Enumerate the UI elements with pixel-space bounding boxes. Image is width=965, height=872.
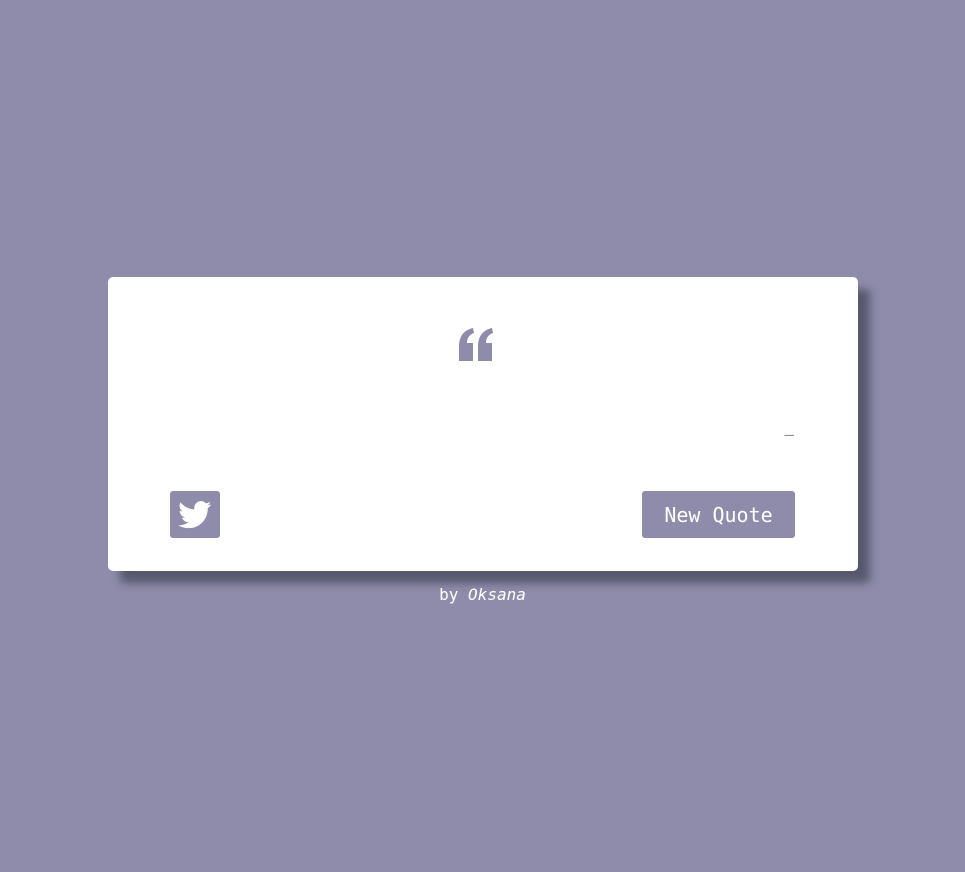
quote-box: – New Quote — [108, 277, 858, 571]
new-quote-button[interactable]: New Quote — [642, 491, 795, 538]
author-dash: – — [784, 425, 794, 444]
footer-credit: by Oksana — [0, 585, 965, 604]
quote-left-icon — [459, 328, 493, 361]
tweet-button[interactable] — [170, 491, 220, 538]
footer-author-link[interactable]: Oksana — [468, 585, 526, 604]
quote-author: – — [784, 425, 794, 444]
twitter-icon — [178, 500, 212, 528]
footer-by-label: by — [439, 585, 459, 604]
quote-text — [168, 377, 798, 397]
